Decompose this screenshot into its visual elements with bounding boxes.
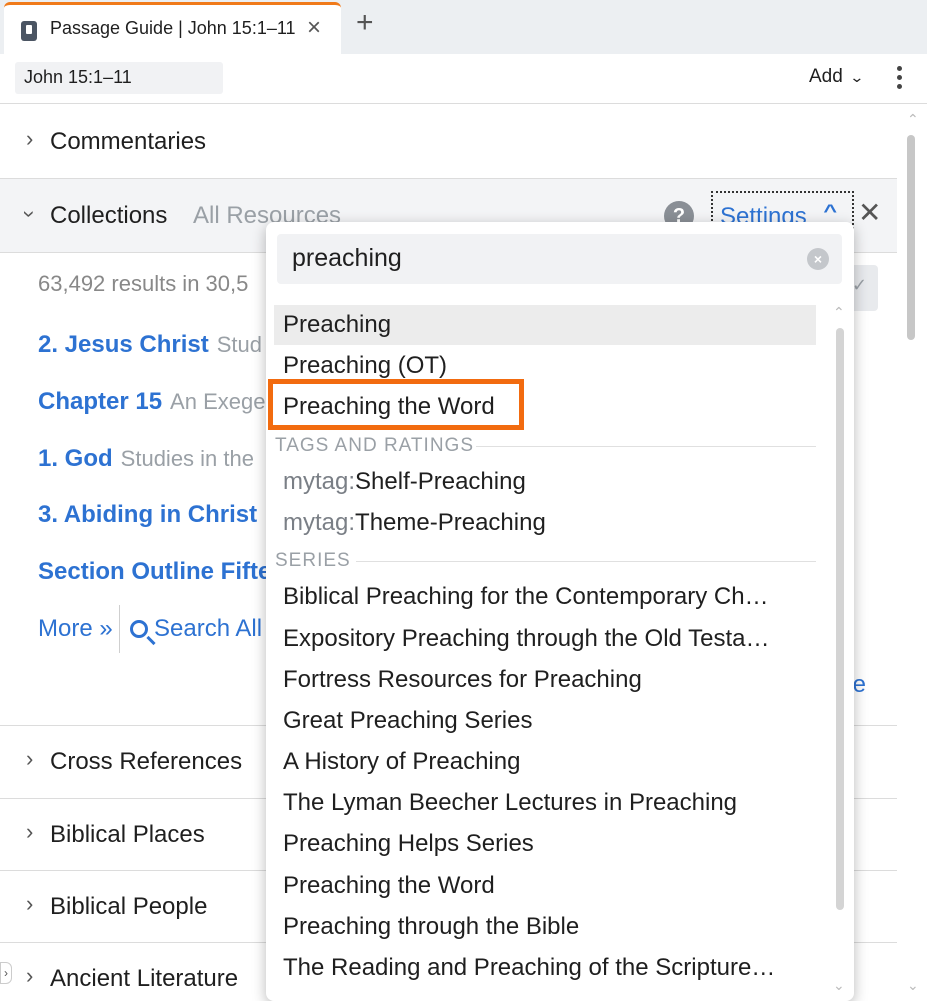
scroll-up-icon[interactable]: ⌃ <box>833 304 845 321</box>
chevron-right-icon: › <box>26 891 34 916</box>
result-link[interactable]: 2. Jesus Christ Stud <box>38 331 262 359</box>
section-title: Ancient Literature <box>50 965 239 992</box>
search-icon <box>130 620 148 638</box>
section-title: Collections <box>50 202 168 229</box>
divider <box>356 561 816 562</box>
tab-strip: Passage Guide | John 15:1–11 × + <box>0 0 927 54</box>
result-link[interactable]: Chapter 15 An Exege <box>38 388 265 416</box>
scroll-down-icon[interactable]: ⌄ <box>907 977 919 994</box>
dropdown-scrollbar-thumb[interactable] <box>836 328 844 910</box>
collection-search-input[interactable]: preaching × <box>277 234 842 284</box>
search-query: preaching <box>292 244 402 272</box>
tags-header: TAGS AND RATINGS <box>275 435 474 456</box>
series-item[interactable]: Preaching Helps Series <box>274 824 816 864</box>
result-link[interactable]: 1. God Studies in the <box>38 445 254 473</box>
chevron-right-icon: › <box>26 963 34 988</box>
series-item[interactable]: Fortress Resources for Preaching <box>274 660 816 700</box>
results-count: 63,492 results in 30,5 <box>38 271 249 296</box>
section-title: Biblical People <box>50 893 208 920</box>
divider <box>476 446 816 447</box>
section-title: Biblical Places <box>50 821 205 848</box>
series-item[interactable]: Preaching through the Bible <box>274 907 816 947</box>
chevron-down-icon: › <box>17 210 43 218</box>
add-button[interactable]: Add ⌄ <box>809 66 865 88</box>
new-tab-icon[interactable]: + <box>356 8 374 38</box>
tab-passage-guide[interactable]: Passage Guide | John 15:1–11 × <box>4 2 341 54</box>
section-title: Cross References <box>50 748 243 775</box>
series-item[interactable]: The Lyman Beecher Lectures in Preaching <box>274 783 816 823</box>
section-title: Commentaries <box>50 128 207 155</box>
scrollbar-thumb[interactable] <box>907 135 915 340</box>
more-options-icon[interactable] <box>893 66 905 92</box>
collection-search-dropdown: preaching × Preaching Preaching (OT) Pre… <box>266 222 854 1001</box>
section-commentaries[interactable]: › Commentaries <box>0 105 897 179</box>
reference-input[interactable]: John 15:1–11 <box>15 62 223 94</box>
add-button-label: Add <box>809 66 843 87</box>
chevron-down-icon: ⌄ <box>849 69 865 85</box>
panel-expand-handle[interactable]: › <box>0 962 12 984</box>
series-item[interactable]: Expository Preaching through the Old Tes… <box>274 619 816 659</box>
clear-search-icon[interactable]: × <box>807 248 829 270</box>
series-item[interactable]: Great Preaching Series <box>274 701 816 741</box>
series-item[interactable]: The Reading and Preaching of the Scriptu… <box>274 948 816 988</box>
chevron-right-icon: › <box>26 746 34 771</box>
result-link[interactable]: 3. Abiding in Christ <box>38 501 257 529</box>
suggestion-item[interactable]: Preaching <box>274 305 816 345</box>
scroll-down-icon[interactable]: ⌄ <box>833 977 845 994</box>
series-header: SERIES <box>275 550 351 571</box>
book-icon <box>21 21 37 41</box>
result-link[interactable]: Section Outline Fifte <box>38 558 271 586</box>
close-section-icon[interactable]: ✕ <box>858 196 881 229</box>
tab-title: Passage Guide | John 15:1–11 <box>50 18 296 38</box>
highlight-annotation <box>268 379 524 430</box>
chevron-up-icon: ^ <box>823 201 838 221</box>
chevron-right-icon: › <box>26 819 34 844</box>
series-item[interactable]: A History of Preaching <box>274 742 816 782</box>
chevron-right-icon: › <box>26 126 34 151</box>
tag-item[interactable]: mytag:Shelf-Preaching <box>274 462 816 502</box>
close-tab-icon[interactable]: × <box>307 14 321 42</box>
toolbar: John 15:1–11 Add ⌄ <box>0 54 927 104</box>
search-all-link[interactable]: Search All <box>130 615 262 643</box>
scroll-up-icon[interactable]: ⌃ <box>907 111 919 128</box>
series-item[interactable]: Biblical Preaching for the Contemporary … <box>274 577 816 617</box>
more-link[interactable]: More » <box>38 615 113 643</box>
tag-item[interactable]: mytag:Theme-Preaching <box>274 503 816 543</box>
panel-scrollbar[interactable]: ⌃ ⌄ <box>900 105 927 1001</box>
series-item[interactable]: Preaching the Word <box>274 866 816 906</box>
divider <box>119 605 120 653</box>
